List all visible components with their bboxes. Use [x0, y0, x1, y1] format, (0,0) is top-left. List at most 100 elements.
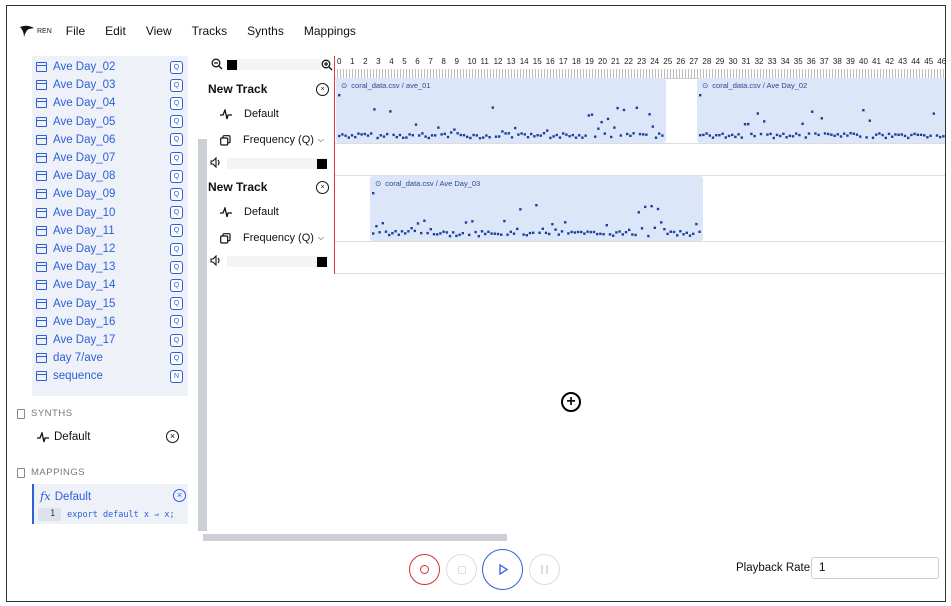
close-circle-icon[interactable]: ×: [316, 83, 329, 96]
lane-divider: [334, 273, 945, 274]
dataset-type-badge[interactable]: Q: [170, 133, 183, 147]
volume-slider[interactable]: [227, 158, 327, 169]
dataset-type-badge[interactable]: Q: [170, 224, 183, 238]
ruler-label: 7: [428, 57, 433, 66]
dataset-type-badge[interactable]: Q: [170, 187, 183, 201]
dataset-item[interactable]: sequence N: [32, 367, 188, 385]
track-mapping-select[interactable]: Frequency (Q) ⌵: [220, 232, 324, 244]
menu-synths[interactable]: Synths: [247, 24, 284, 38]
dataset-type-badge[interactable]: Q: [170, 96, 183, 110]
record-button[interactable]: [409, 554, 440, 585]
dataset-type-badge[interactable]: N: [170, 369, 183, 383]
volume-slider[interactable]: [227, 256, 327, 267]
dataset-type-badge[interactable]: Q: [170, 206, 183, 220]
dataset-item[interactable]: Ave Day_06 Q: [32, 131, 188, 149]
track-clip[interactable]: ⊙ coral_data.csv / ave_01: [336, 78, 666, 143]
dataset-list: Ave Day_02 Q Ave Day_03 Q Ave Day_04 Q Ave Day…: [32, 56, 188, 396]
ruler-label: 15: [532, 57, 542, 66]
dataset-type-badge[interactable]: Q: [170, 333, 183, 347]
volume-icon[interactable]: [210, 255, 222, 266]
menu-tracks[interactable]: Tracks: [192, 24, 228, 38]
table-icon: [36, 189, 47, 200]
remove-mapping-icon[interactable]: ×: [173, 489, 186, 502]
menu-view[interactable]: View: [146, 24, 172, 38]
dataset-item[interactable]: Ave Day_12 Q: [32, 240, 188, 258]
ruler-label: 11: [480, 57, 489, 66]
close-circle-icon[interactable]: ×: [166, 430, 179, 443]
dataset-type-badge[interactable]: Q: [170, 60, 183, 74]
dataset-item[interactable]: Ave Day_10 Q: [32, 204, 188, 222]
dataset-item[interactable]: Ave Day_08 Q: [32, 167, 188, 185]
dataset-type-badge[interactable]: Q: [170, 297, 183, 311]
dataset-item[interactable]: Ave Day_14 Q: [32, 276, 188, 294]
sidebar-scrollbar[interactable]: [198, 139, 207, 531]
track-name[interactable]: New Track: [208, 82, 267, 96]
ruler-label: 22: [624, 57, 633, 66]
track-name[interactable]: New Track: [208, 180, 267, 194]
dataset-item[interactable]: Ave Day_03 Q: [32, 76, 188, 94]
mapping-item-default[interactable]: fx Default × 1 export default x ⇒ x;: [32, 484, 188, 524]
dataset-item[interactable]: Ave Day_15 Q: [32, 295, 188, 313]
app-window: REN File Edit View Tracks Synths Mapping…: [6, 5, 946, 602]
dataset-item[interactable]: Ave Day_07 Q: [32, 149, 188, 167]
add-track-button[interactable]: +: [561, 392, 581, 412]
synth-item-default[interactable]: Default: [37, 431, 187, 443]
clip-menu-icon: ⊙: [341, 81, 348, 90]
track-synth-select[interactable]: Default: [220, 108, 279, 120]
dataset-item[interactable]: Ave Day_16 Q: [32, 313, 188, 331]
dataset-type-badge[interactable]: Q: [170, 151, 183, 165]
dataset-type-badge[interactable]: Q: [170, 260, 183, 274]
menu-mappings[interactable]: Mappings: [304, 24, 356, 38]
close-circle-icon[interactable]: ×: [316, 181, 329, 194]
table-icon: [36, 244, 47, 254]
horizontal-scrollbar[interactable]: [203, 534, 507, 541]
timeline-ruler[interactable]: 0 1 2 3 4 5 6 7 8 9 10 11 12 13 14 15 16 17 18 19 20 21 22 23 24…: [334, 56, 945, 79]
dataset-type-badge[interactable]: Q: [170, 351, 183, 365]
clip-title: ⊙ coral_data.csv / ave_01: [341, 81, 431, 90]
mapping-code-editor[interactable]: 1 export default x ⇒ x;: [38, 508, 186, 521]
pause-button[interactable]: [529, 554, 560, 585]
dataset-type-badge[interactable]: Q: [170, 115, 183, 129]
waveform-icon: [220, 206, 232, 217]
zoom-in-icon[interactable]: [321, 59, 333, 71]
stop-button[interactable]: [446, 554, 477, 585]
dataset-type-badge[interactable]: Q: [170, 169, 183, 183]
dataset-item[interactable]: Ave Day_05 Q: [32, 113, 188, 131]
ruler-label: 37: [819, 57, 829, 66]
dataset-type-badge[interactable]: Q: [170, 278, 183, 292]
dataset-item[interactable]: Ave Day_04 Q: [32, 94, 188, 112]
dataset-label: Ave Day_08: [53, 170, 116, 183]
volume-slider-handle[interactable]: [317, 257, 327, 267]
play-icon: [498, 564, 508, 575]
dataset-type-badge[interactable]: Q: [170, 315, 183, 329]
menu-edit[interactable]: Edit: [105, 24, 126, 38]
dataset-item[interactable]: Ave Day_02 Q: [32, 58, 188, 76]
zoom-slider-handle[interactable]: [227, 60, 237, 70]
track-clip[interactable]: ⊙ coral_data.csv / Ave Day_03: [370, 176, 703, 241]
ruler-label: 45: [924, 57, 934, 66]
playback-rate-label: Playback Rate: [736, 562, 811, 574]
stop-icon: [457, 565, 466, 574]
dataset-item[interactable]: Ave Day_13 Q: [32, 258, 188, 276]
dataset-item[interactable]: Ave Day_09 Q: [32, 185, 188, 203]
track-synth-select[interactable]: Default: [220, 206, 279, 218]
track-mapping-select[interactable]: Frequency (Q) ⌵: [220, 134, 324, 146]
ruler-label: 25: [663, 57, 673, 66]
volume-icon[interactable]: [210, 157, 222, 168]
playback-rate-input[interactable]: [811, 557, 939, 579]
play-button[interactable]: [482, 549, 523, 590]
table-icon: [36, 298, 47, 309]
dataset-label: Ave Day_17: [53, 334, 116, 346]
volume-slider-handle[interactable]: [317, 159, 327, 169]
zoom-out-icon[interactable]: [211, 58, 223, 70]
track-clip[interactable]: ⊙ coral_data.csv / Ave Day_02: [697, 78, 945, 143]
dataset-item[interactable]: Ave Day_11 Q: [32, 222, 188, 240]
synth-item-label: Default: [54, 431, 91, 443]
dataset-item[interactable]: Ave Day_17 Q: [32, 331, 188, 349]
menu-file[interactable]: File: [66, 24, 85, 38]
dataset-item[interactable]: day 7/ave Q: [32, 349, 188, 367]
zoom-slider[interactable]: [227, 59, 321, 70]
dataset-type-badge[interactable]: Q: [170, 78, 183, 92]
playhead[interactable]: [334, 56, 335, 274]
dataset-type-badge[interactable]: Q: [170, 242, 183, 256]
